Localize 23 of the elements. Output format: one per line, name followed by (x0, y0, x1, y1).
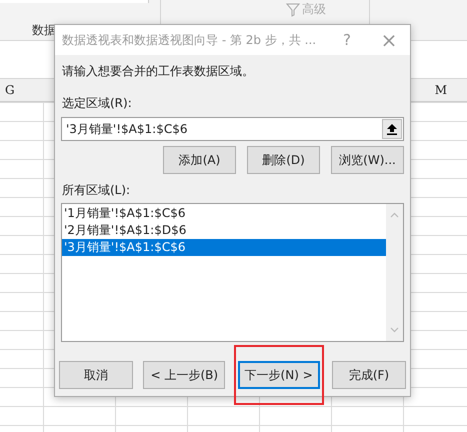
dialog-button[interactable]: 浏览(W)... (331, 146, 404, 174)
list-item[interactable]: '2月销量'!$A$1:$D$6 (62, 222, 386, 239)
field-label: 选定区域(R): (62, 95, 133, 112)
instruction-text: 请输入想要合并的工作表数据区域。 (62, 63, 255, 80)
filter-icon (286, 2, 300, 16)
dialog-button[interactable]: 删除(D) (247, 146, 320, 174)
range-field[interactable]: '3月销量'!$A$1:$C$6 (61, 117, 404, 141)
list-item[interactable]: '3月销量'!$A$1:$C$6 (62, 239, 386, 256)
dialog-button[interactable]: 取消 (59, 361, 133, 389)
chevron-up-icon (390, 212, 399, 218)
dialog-button[interactable]: 下一步(N) > (238, 361, 320, 389)
list-item[interactable]: '1月销量'!$A$1:$C$6 (62, 205, 386, 222)
upload-arrow-icon (387, 124, 397, 134)
dialog-button[interactable]: 添加(A) (163, 146, 236, 174)
window-title: 数据透视表和数据透视图向导 - 第 2b 步，共 ... (62, 32, 318, 48)
dialog-button[interactable]: < 上一步(B) (143, 361, 226, 389)
field-label: 所有区域(L): (62, 182, 132, 199)
column-header[interactable]: M (434, 83, 447, 97)
chevron-down-icon (390, 327, 399, 333)
collapse-button[interactable] (382, 119, 402, 139)
dialog-button[interactable]: 完成(F) (332, 361, 406, 389)
scrollbar[interactable] (386, 204, 403, 341)
column-header[interactable]: G (5, 83, 15, 97)
